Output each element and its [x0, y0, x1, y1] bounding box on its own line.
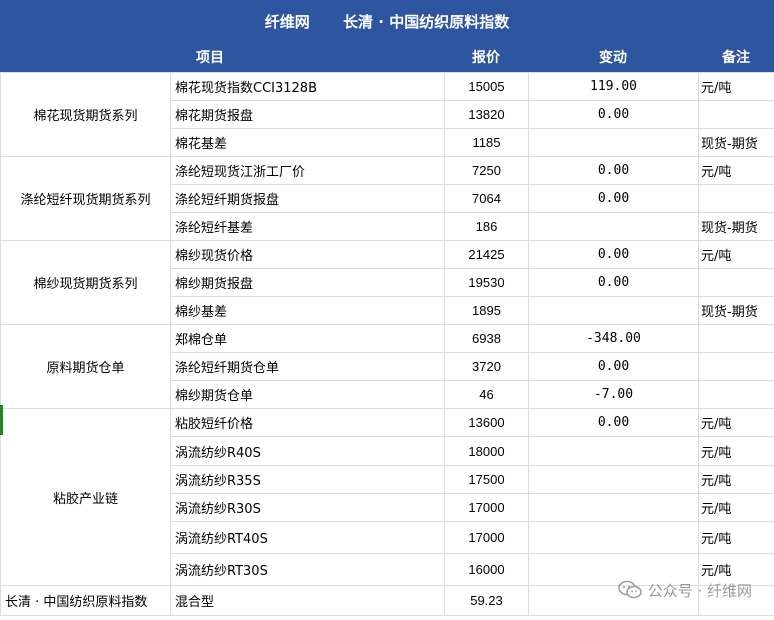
item-name: 棉纱基差	[170, 296, 445, 325]
change-value	[528, 128, 699, 157]
group-label: 原料期货仓单	[0, 324, 171, 409]
table-row: 粘胶产业链 粘胶短纤价格 13600 0.00 元/吨	[0, 408, 774, 586]
item-name: 郑棉仓单	[170, 324, 445, 353]
change-value: 0.00	[528, 408, 699, 437]
note-value: 元/吨	[698, 408, 774, 437]
group-label: 棉花现货期货系列	[0, 72, 171, 157]
item-name: 涡流纺纱RT30S	[170, 553, 445, 586]
change-value: 0.00	[528, 100, 699, 129]
price-value: 186	[444, 212, 529, 241]
item-name: 棉花期货报盘	[170, 100, 445, 129]
item-name: 涤纶短纤期货仓单	[170, 352, 445, 381]
price-value: 13820	[444, 100, 529, 129]
change-value	[528, 465, 699, 494]
note-value: 元/吨	[698, 521, 774, 554]
change-value: 0.00	[528, 240, 699, 269]
note-value: 元/吨	[698, 436, 774, 466]
table-row: 棉纱现货期货系列 棉纱现货价格 21425 0.00 元/吨	[0, 240, 774, 325]
column-header-change: 变动	[599, 50, 627, 66]
item-name: 涡流纺纱R35S	[170, 465, 445, 494]
note-value: 现货-期货	[698, 212, 774, 241]
price-value: 21425	[444, 240, 529, 269]
price-value: 7064	[444, 184, 529, 213]
note-value	[698, 268, 774, 297]
note-value: 元/吨	[698, 72, 774, 101]
price-value: 16000	[444, 553, 529, 586]
change-value: 0.00	[528, 156, 699, 185]
footer-price: 59.23	[444, 585, 529, 616]
table-header: 纤维网 长清 · 中国纺织原料指数 项目 报价 变动 备注	[0, 0, 774, 72]
note-value: 元/吨	[698, 240, 774, 269]
item-name: 涤纶短纤期货报盘	[170, 184, 445, 213]
change-value	[528, 296, 699, 325]
item-name: 棉花基差	[170, 128, 445, 157]
column-header-price: 报价	[472, 50, 500, 66]
price-value: 17000	[444, 521, 529, 554]
table-row: 棉花现货期货系列 棉花现货指数CCI3128B 15005 119.00 元/吨	[0, 72, 774, 157]
group-label: 棉纱现货期货系列	[0, 240, 171, 325]
change-value: 119.00	[528, 72, 699, 101]
item-name: 涤纶短现货江浙工厂价	[170, 156, 445, 185]
footer-item: 混合型	[170, 585, 445, 616]
column-header-item: 项目	[196, 50, 224, 66]
change-value: 0.00	[528, 268, 699, 297]
header-title: 纤维网 长清 · 中国纺织原料指数	[0, 0, 774, 44]
price-value: 15005	[444, 72, 529, 101]
price-value: 18000	[444, 436, 529, 466]
group-label: 涤纶短纤现货期货系列	[0, 156, 171, 241]
change-value	[528, 436, 699, 466]
change-value: -348.00	[528, 324, 699, 353]
note-value: 元/吨	[698, 493, 774, 522]
group-label: 粘胶产业链	[0, 408, 171, 586]
site-name: 纤维网	[264, 13, 310, 31]
note-value	[698, 184, 774, 213]
note-value: 现货-期货	[698, 128, 774, 157]
price-value: 6938	[444, 324, 529, 353]
price-value: 46	[444, 380, 529, 409]
note-value	[698, 324, 774, 353]
price-value: 7250	[444, 156, 529, 185]
note-value	[698, 100, 774, 129]
watermark-text: 公众号 · 纤维网	[647, 581, 752, 600]
index-title: 长清 · 中国纺织原料指数	[343, 13, 510, 31]
note-value: 元/吨	[698, 465, 774, 494]
watermark: 公众号 · 纤维网	[617, 578, 752, 602]
price-value: 3720	[444, 352, 529, 381]
item-name: 粘胶短纤价格	[170, 408, 445, 437]
note-value	[698, 352, 774, 381]
footer-index-label: 长清 · 中国纺织原料指数	[0, 585, 171, 616]
column-header-note: 备注	[722, 50, 750, 66]
item-name: 涡流纺纱R30S	[170, 493, 445, 522]
change-value: 0.00	[528, 352, 699, 381]
change-value: 0.00	[528, 184, 699, 213]
price-value: 17500	[444, 465, 529, 494]
table-row: 原料期货仓单 郑棉仓单 6938 -348.00	[0, 324, 774, 409]
change-value	[528, 493, 699, 522]
note-value: 现货-期货	[698, 296, 774, 325]
price-value: 17000	[444, 493, 529, 522]
wechat-icon	[617, 580, 642, 599]
item-name: 棉纱现货价格	[170, 240, 445, 269]
price-value: 13600	[444, 408, 529, 437]
change-value	[528, 212, 699, 241]
price-value: 1185	[444, 128, 529, 157]
item-name: 棉花现货指数CCI3128B	[170, 72, 445, 101]
item-name: 涤纶短纤基差	[170, 212, 445, 241]
price-value: 1895	[444, 296, 529, 325]
price-table: 棉花现货期货系列 棉花现货指数CCI3128B 15005 119.00 元/吨 棉花期货…	[0, 72, 774, 616]
item-name: 涡流纺纱R40S	[170, 436, 445, 466]
row-marker	[0, 405, 3, 435]
item-name: 棉纱期货报盘	[170, 268, 445, 297]
item-name: 涡流纺纱RT40S	[170, 521, 445, 554]
change-value: -7.00	[528, 380, 699, 409]
table-row: 涤纶短纤现货期货系列 涤纶短现货江浙工厂价 7250 0.00 元/吨	[0, 156, 774, 241]
item-name: 棉纱期货仓单	[170, 380, 445, 409]
note-value	[698, 380, 774, 409]
change-value	[528, 521, 699, 554]
note-value: 元/吨	[698, 156, 774, 185]
price-value: 19530	[444, 268, 529, 297]
